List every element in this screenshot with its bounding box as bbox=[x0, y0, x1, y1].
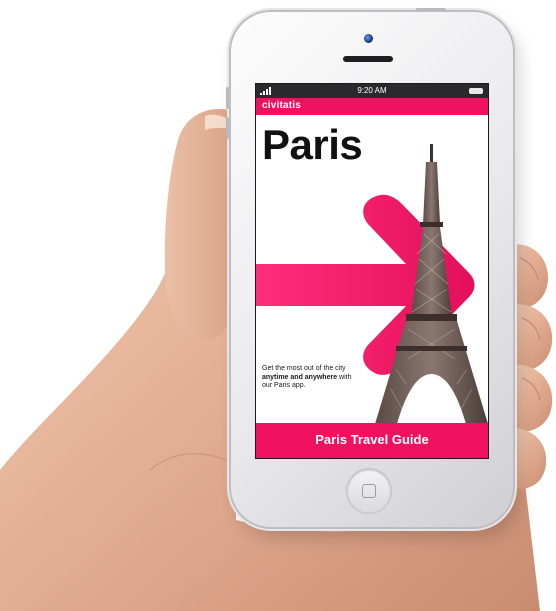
app-tagline: Get the most out of the city anytime and… bbox=[262, 365, 358, 391]
page-title: Paris bbox=[262, 121, 363, 168]
volume-button bbox=[226, 117, 229, 139]
tagline-emphasis: anytime and anywhere bbox=[262, 373, 338, 381]
tagline-text: Get the most out of the city bbox=[262, 365, 346, 372]
home-square-icon bbox=[362, 484, 376, 498]
app-screen: 9:20 AM civitatis Paris Get the most out… bbox=[256, 84, 488, 458]
smartphone: 9:20 AM civitatis Paris Get the most out… bbox=[226, 8, 513, 527]
home-button-icon[interactable] bbox=[347, 469, 391, 513]
earpiece-speaker bbox=[343, 56, 393, 62]
scene: 9:20 AM civitatis Paris Get the most out… bbox=[0, 0, 556, 611]
travel-guide-label: Paris Travel Guide bbox=[315, 432, 429, 447]
travel-guide-button[interactable]: Paris Travel Guide bbox=[256, 423, 488, 458]
power-button bbox=[416, 8, 446, 11]
front-camera-icon bbox=[364, 34, 373, 43]
volume-button bbox=[226, 87, 229, 109]
